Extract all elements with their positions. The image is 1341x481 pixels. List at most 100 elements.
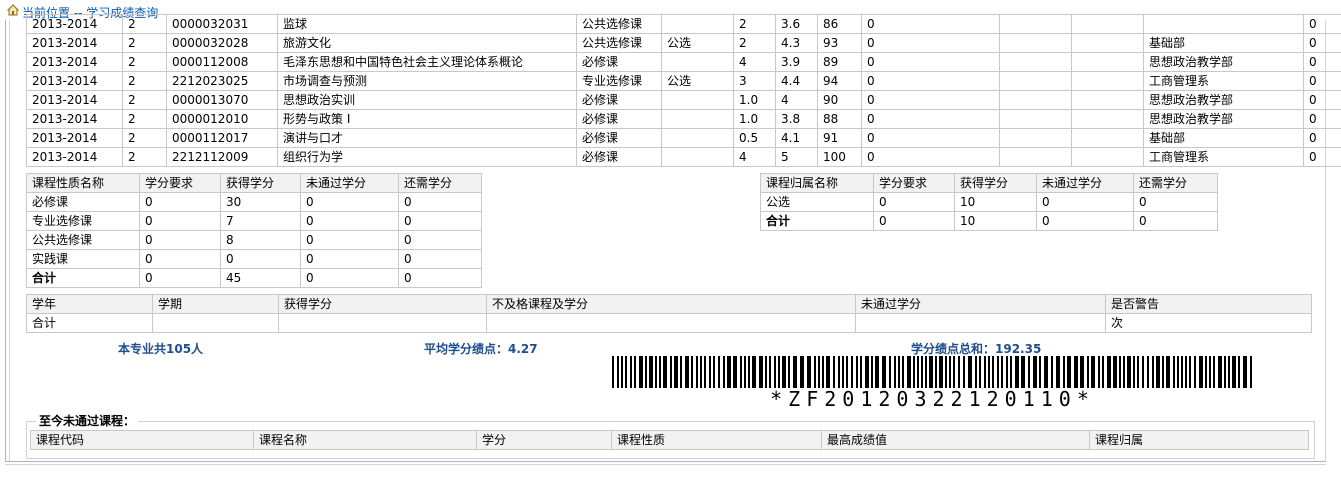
summary-cell: 0 (139, 268, 221, 288)
grade-cell: 2 (122, 33, 167, 53)
summary-cell: 0 (300, 211, 399, 231)
table-row: 2013-2014 2 2212023025 市场调查与预测 专业选修课 公选 3 4.4 94… (26, 71, 1341, 91)
barcode-bar (1189, 356, 1191, 388)
barcode-bar (875, 356, 879, 388)
summary-cell: 合计 (760, 211, 874, 231)
summary-cell: 0 (300, 192, 399, 212)
grade-cell: 2013-2014 (26, 128, 123, 148)
summary-cell: 0 (1036, 192, 1134, 212)
barcode-bar (865, 356, 869, 388)
table-row: 2013-2014 2 0000012010 形势与政策 I 必修课 1.0 3.8 88 0 思… (26, 109, 1341, 129)
warning-cell (152, 313, 279, 333)
barcode-bar (778, 356, 780, 388)
grade-cell: 4 (775, 90, 818, 110)
grade-cell: 4.4 (775, 71, 818, 91)
barcode-bar (1156, 356, 1160, 388)
grade-cell (661, 128, 734, 148)
barcode-bar (818, 356, 820, 388)
column-header: 获得学分 (954, 173, 1037, 193)
summary-cell: 公共选修课 (26, 230, 140, 250)
barcode-bar (814, 356, 816, 388)
grade-cell: 89 (817, 52, 862, 72)
grade-cell: 0 (861, 109, 1000, 129)
grade-cell: 思想政治教学部 (1143, 90, 1304, 110)
grade-cell: 工商管理系 (1143, 71, 1304, 91)
grade-cell: 2013-2014 (26, 52, 123, 72)
grade-cell: 3.6 (775, 14, 818, 34)
barcode-bar (744, 356, 746, 388)
frame-border-left-inner (9, 20, 10, 461)
barcode-bar (691, 356, 693, 388)
summary-cell: 0 (139, 249, 221, 269)
barcode-bar (860, 356, 862, 388)
barcode-bar (826, 356, 830, 388)
grade-cell: 4.3 (775, 33, 818, 53)
grade-cell: 思想政治教学部 (1143, 52, 1304, 72)
table-row: 实践课 0 0 0 0 (26, 249, 482, 269)
grade-cell: 2212023025 (166, 71, 278, 91)
column-header: 不及格课程及学分 (486, 294, 856, 314)
column-header: 获得学分 (220, 173, 301, 193)
grade-cell: 监球 (277, 14, 577, 34)
grade-cell: 0 (861, 71, 1000, 91)
barcode-bar (1205, 356, 1207, 388)
barcode-bar (907, 356, 911, 388)
table-row: 合计 0 45 0 0 (26, 268, 482, 288)
grade-cell: 2013-2014 (26, 147, 123, 167)
course-nature-summary-table: 课程性质名称 学分要求 获得学分 未通过学分 还需学分 必修课 0 30 0 0 专业选修课 0 7 0 0… (26, 173, 482, 288)
barcode-bar (1044, 356, 1048, 388)
column-header: 课程归属名称 (760, 173, 874, 193)
barcode-bar (1001, 356, 1003, 388)
grade-cell: 必修课 (576, 90, 662, 110)
gpa-total: 学分绩点总和：192.35 (911, 342, 1042, 356)
grade-cell (999, 14, 1072, 34)
barcode-bar (871, 356, 873, 388)
barcode-bar (807, 356, 811, 388)
column-header: 学期 (152, 294, 279, 314)
grade-cell (1071, 128, 1144, 148)
grade-cell: 基础部 (1143, 128, 1304, 148)
grade-cell (1071, 71, 1144, 91)
barcode-bar (921, 356, 923, 388)
grade-cell: 0 (861, 128, 1000, 148)
barcode-bar (894, 356, 896, 388)
summary-cell: 0 (398, 211, 482, 231)
barcode-bar (713, 356, 715, 388)
column-header: 学分 (476, 430, 612, 450)
grade-cell: 91 (817, 128, 862, 148)
barcode-bar (1119, 356, 1121, 388)
barcode-bar (988, 356, 990, 388)
barcode-bar (882, 356, 886, 388)
grade-cell (1071, 14, 1144, 34)
barcode-bar (1238, 356, 1240, 388)
barcode-bar (723, 356, 725, 388)
grade-cell: 0 (861, 90, 1000, 110)
barcode-bar (949, 356, 951, 388)
barcode-bar (1127, 356, 1131, 388)
frame-border-left (5, 20, 6, 461)
column-header: 课程名称 (253, 430, 477, 450)
barcode-bar (680, 356, 682, 388)
barcode-bar (617, 356, 619, 388)
grade-cell (1071, 90, 1144, 110)
column-header: 课程代码 (30, 430, 254, 450)
grade-cell: 必修课 (576, 109, 662, 129)
barcode-bar (733, 356, 737, 388)
barcode-bar (1039, 356, 1041, 388)
barcode-bar (958, 356, 960, 388)
barcode-bar (963, 356, 965, 388)
table-row: 2013-2014 2 0000032028 旅游文化 公共选修课 公选 2 4.3 93 0 基础… (26, 33, 1341, 53)
barcode-bar (696, 356, 698, 388)
barcode-bar (700, 356, 702, 388)
grade-cell: 0 (1303, 90, 1341, 110)
grade-cell: 旅游文化 (277, 33, 577, 53)
table-row: 2013-2014 2 0000032031 监球 公共选修课 2 3.6 86 0 0 (26, 14, 1341, 34)
barcode-bar (975, 356, 977, 388)
barcode-bar (782, 356, 786, 388)
grade-cell (661, 147, 734, 167)
barcode-bar (992, 356, 994, 388)
barcode-bar (774, 356, 776, 388)
major-count: 本专业共105人 (118, 342, 204, 356)
grade-cell (999, 52, 1072, 72)
barcode-bar (740, 356, 742, 388)
